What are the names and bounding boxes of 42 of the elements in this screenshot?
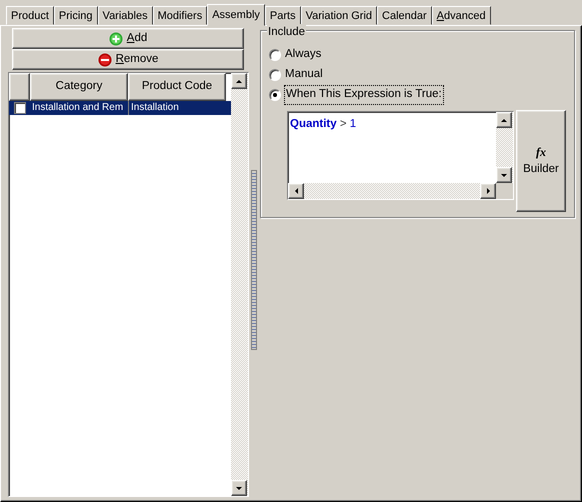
tab[interactable]: Variation Grid (300, 6, 378, 25)
splitter-handle[interactable] (250, 170, 256, 350)
scroll-up-button[interactable] (231, 73, 247, 89)
scroll-down-button[interactable] (496, 167, 512, 183)
right-arrow-icon (486, 187, 490, 195)
function-icon: fx (536, 143, 546, 162)
tab[interactable]: Modifiers (152, 6, 208, 25)
tab[interactable]: Advanced (432, 6, 491, 25)
scroll-down-button[interactable] (231, 480, 247, 496)
tab[interactable]: Pricing (54, 6, 98, 25)
tab[interactable]: Variables (98, 6, 153, 25)
tab[interactable]: Calendar (377, 6, 432, 25)
table-row[interactable]: Installation and Rem Installation (9, 101, 231, 115)
left-arrow-icon (294, 187, 298, 195)
tab[interactable]: Parts (264, 6, 301, 25)
scroll-left-button[interactable] (288, 183, 304, 199)
scrollbar[interactable] (496, 112, 513, 183)
scroll-right-button[interactable] (480, 183, 496, 199)
add-button[interactable]: Add (12, 28, 244, 49)
scrollbar[interactable] (231, 73, 248, 496)
radio-option[interactable]: Always (269, 45, 566, 65)
table-cell-text: Installation and Rem (31, 101, 124, 115)
column-header[interactable]: Category (30, 73, 128, 101)
table-cell: Installation (128, 101, 226, 115)
tab[interactable]: Product (6, 6, 54, 25)
tab[interactable]: Assembly (207, 4, 265, 26)
builder-button[interactable]: fx Builder (516, 110, 566, 212)
up-arrow-icon (500, 118, 508, 122)
remove-button[interactable]: Remove (12, 49, 244, 70)
up-arrow-icon (235, 78, 243, 84)
scroll-up-button[interactable] (496, 112, 512, 128)
down-arrow-icon (235, 486, 243, 490)
scrollbar[interactable] (288, 183, 513, 199)
down-arrow-icon (500, 172, 508, 178)
column-header[interactable]: Product Code (128, 73, 226, 101)
plus-icon (108, 32, 123, 46)
checkbox[interactable] (14, 102, 26, 114)
scrollbar-corner (496, 183, 513, 199)
radio-option[interactable]: When This Expression is True: (269, 85, 566, 105)
header-cell[interactable] (9, 73, 30, 101)
radio-option[interactable]: Manual (269, 65, 566, 85)
minus-icon (98, 52, 112, 66)
